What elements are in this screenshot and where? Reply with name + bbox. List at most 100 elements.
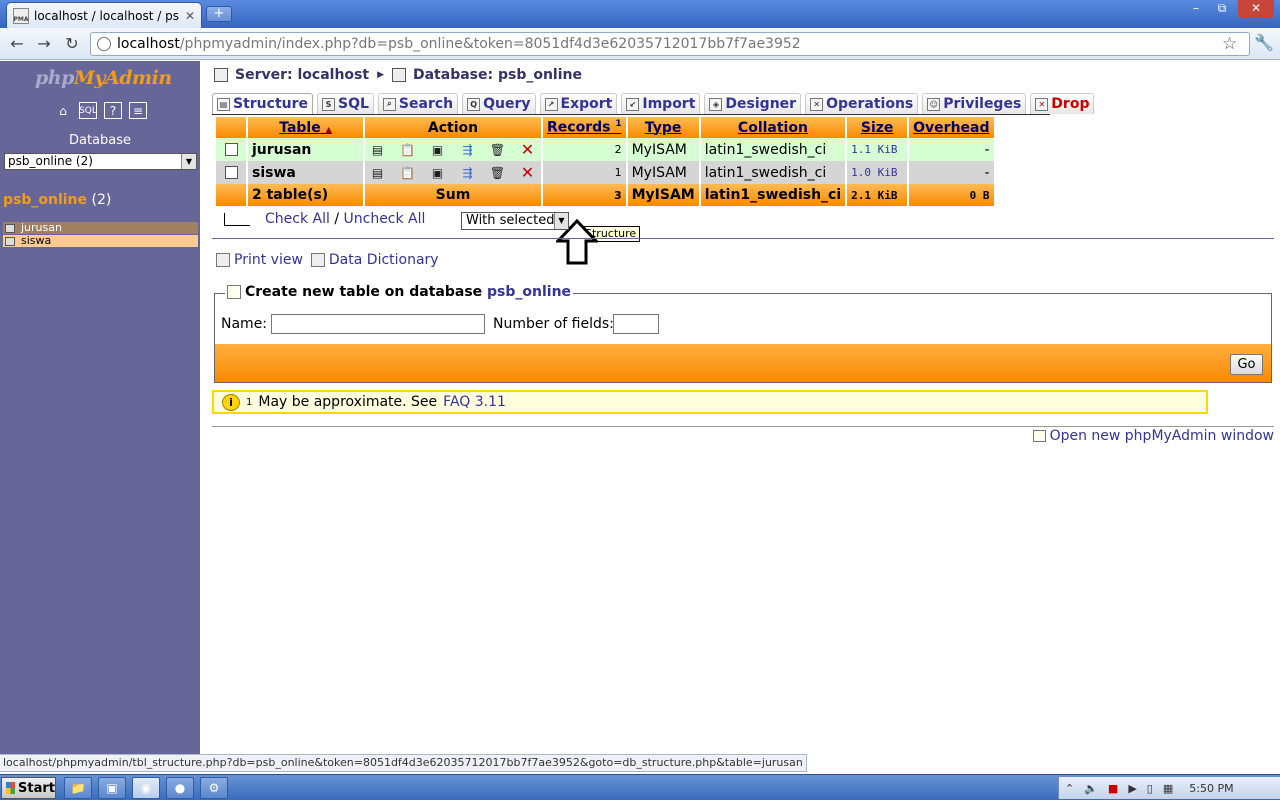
left-table-item[interactable]: jurusan [3, 222, 198, 234]
with-selected-select[interactable]: With selected: ▼ [461, 212, 569, 230]
row-actions: ▤ 📋 ▣ ⇶ 🗑 ✕ [365, 138, 541, 161]
left-quick-icons: ⌂ SQL ? ≡ [54, 102, 147, 119]
header-label: Table [279, 119, 321, 136]
close-window-button[interactable]: ✕ [1238, 0, 1274, 18]
explorer-taskbar-icon[interactable]: 📁 [64, 777, 92, 799]
home-icon[interactable]: ⌂ [54, 102, 72, 119]
search-icon[interactable]: ▣ [429, 165, 446, 181]
link-label: Open new phpMyAdmin window [1049, 428, 1274, 444]
number-of-fields-input[interactable] [613, 314, 659, 334]
drop-icon[interactable]: ✕ [519, 163, 536, 182]
row-table-name[interactable]: siswa [248, 161, 363, 184]
row-records: 2 [543, 138, 626, 161]
sql-query-icon[interactable]: SQL [79, 102, 97, 119]
firefox-taskbar-icon[interactable]: ● [166, 777, 194, 799]
play-icon[interactable]: ▶ [1128, 782, 1136, 795]
header-type[interactable]: Type [627, 117, 699, 138]
left-table-name: siswa [21, 234, 52, 247]
insert-icon[interactable]: ⇶ [459, 165, 476, 181]
structure-icon[interactable]: 📋 [399, 165, 416, 181]
wrench-menu-icon[interactable]: 🔧 [1254, 33, 1274, 52]
row-checkbox[interactable] [224, 166, 238, 179]
empty-icon[interactable]: 🗑 [489, 142, 506, 158]
data-dictionary-link[interactable]: Data Dictionary [310, 252, 439, 268]
privileges-icon: ☺ [927, 97, 941, 111]
current-database-link[interactable]: psb_online (2) [3, 192, 111, 208]
security-icon[interactable]: ■ [1108, 782, 1118, 795]
table-icon[interactable] [5, 223, 15, 233]
print-view-link[interactable]: Print view [216, 252, 303, 268]
table-name-input[interactable] [271, 314, 485, 334]
clock[interactable]: 5:50 PM [1189, 782, 1233, 795]
header-size[interactable]: Size [847, 117, 908, 138]
footer-size: 2.1 KiB [847, 184, 908, 206]
insert-icon[interactable]: ⇶ [459, 142, 476, 158]
structure-icon[interactable]: 📋 [399, 142, 416, 158]
tab-query[interactable]: Q Query [462, 93, 536, 114]
tab-operations[interactable]: ✕ Operations [805, 93, 919, 114]
operations-icon: ✕ [810, 97, 824, 111]
faq-link[interactable]: FAQ 3.11 [443, 394, 506, 410]
table-header-row: Table ▲ Action Records 1 Type Collation … [216, 117, 994, 138]
row-checkbox[interactable] [224, 143, 238, 156]
database-icon [391, 68, 406, 82]
new-tab-button[interactable]: + [206, 6, 232, 22]
row-size[interactable]: 1.1 KiB [847, 138, 908, 161]
header-records[interactable]: Records 1 [543, 117, 626, 138]
address-bar[interactable]: localhost/phpmyadmin/index.php?db=psb_on… [90, 32, 1250, 56]
row-table-name[interactable]: jurusan [248, 138, 363, 161]
back-arrow-icon[interactable]: ← [6, 34, 28, 54]
maximize-button[interactable]: ⧉ [1208, 0, 1236, 18]
drop-icon[interactable]: ✕ [519, 140, 536, 159]
new-window-icon [1032, 430, 1046, 442]
battery-icon[interactable]: ▯ [1147, 782, 1153, 795]
database-select[interactable]: psb_online (2) ▼ [4, 153, 197, 170]
check-all-link[interactable]: Check All [265, 211, 330, 227]
row-size[interactable]: 1.0 KiB [847, 161, 908, 184]
browse-icon[interactable]: ▤ [369, 165, 386, 181]
header-collation[interactable]: Collation [700, 117, 846, 138]
start-label: Start [18, 780, 55, 796]
minimize-button[interactable]: – [1182, 0, 1210, 18]
tab-export[interactable]: ↗ Export [539, 93, 618, 114]
left-table-item[interactable]: siswa [3, 235, 198, 247]
help-icon[interactable]: ? [104, 102, 122, 119]
row-checkbox-cell [216, 138, 246, 161]
tab-privileges[interactable]: ☺ Privileges [922, 93, 1027, 114]
row-type: MyISAM [627, 161, 699, 184]
volume-icon[interactable]: 🔈 [1084, 782, 1098, 795]
app-taskbar-icon[interactable]: ⚙ [200, 777, 228, 799]
network-icon[interactable]: ▦ [1163, 782, 1173, 795]
browse-icon[interactable]: ▤ [369, 142, 386, 158]
tab-structure[interactable]: ▤ Structure [212, 93, 314, 114]
docs-icon[interactable]: ≡ [129, 102, 147, 119]
search-icon[interactable]: ▣ [429, 142, 446, 158]
media-taskbar-icon[interactable]: ▣ [98, 777, 126, 799]
server-icon [214, 68, 228, 82]
tab-import[interactable]: ↙ Import [621, 93, 701, 114]
reload-icon[interactable]: ↻ [61, 34, 83, 54]
forward-arrow-icon[interactable]: → [33, 34, 55, 54]
phpmyadmin-logo[interactable]: phpMyAdmin [35, 67, 172, 89]
breadcrumb-server[interactable]: Server: localhost [235, 67, 369, 83]
tab-designer[interactable]: ◈ Designer [704, 93, 802, 114]
tab-close-icon[interactable]: ✕ [185, 9, 195, 23]
header-table[interactable]: Table ▲ [248, 117, 363, 138]
tab-search[interactable]: ⌕ Search [377, 93, 459, 114]
empty-icon[interactable]: 🗑 [489, 165, 506, 181]
bookmark-star-icon[interactable]: ☆ [1222, 34, 1237, 54]
start-button[interactable]: Start [1, 777, 56, 799]
uncheck-all-link[interactable]: Uncheck All [344, 211, 426, 227]
breadcrumb-database[interactable]: Database: psb_online [413, 67, 582, 83]
table-icon[interactable] [5, 236, 15, 246]
browser-tab[interactable]: PMA localhost / localhost / psb_onli ✕ [6, 2, 202, 28]
go-button[interactable]: Go [1230, 354, 1263, 375]
tab-sql[interactable]: S SQL [317, 93, 374, 114]
header-overhead[interactable]: Overhead [909, 117, 994, 138]
open-new-window-link[interactable]: Open new phpMyAdmin window [1032, 428, 1274, 444]
tab-label: Privileges [943, 96, 1022, 112]
tray-expand-icon[interactable]: ⌃ [1065, 782, 1074, 795]
chrome-taskbar-icon[interactable]: ◉ [132, 777, 160, 799]
url-path: /phpmyadmin/index.php?db=psb_online&toke… [179, 36, 801, 52]
tab-drop[interactable]: ✕ Drop [1030, 93, 1095, 114]
